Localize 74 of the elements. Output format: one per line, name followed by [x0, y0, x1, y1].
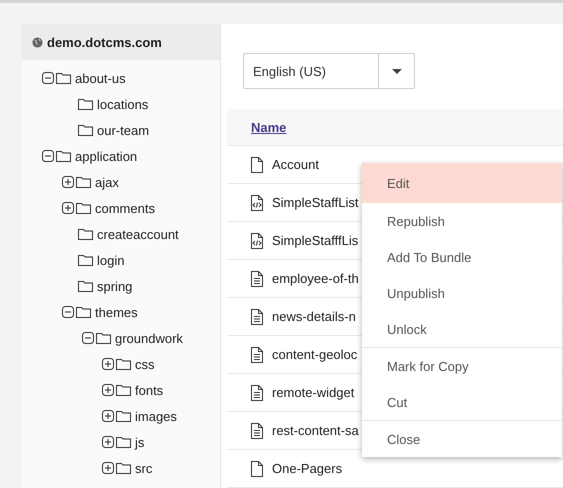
menu-item[interactable]: Close [362, 421, 562, 457]
expand-icon[interactable] [102, 462, 114, 474]
folder-label[interactable]: locations [97, 96, 148, 112]
document-icon [251, 308, 263, 324]
menu-item[interactable]: Cut [362, 384, 562, 420]
folder-icon [76, 202, 91, 214]
folder-icon [116, 410, 131, 422]
document-icon [251, 422, 263, 438]
document-icon [251, 346, 263, 362]
caret-icon [392, 68, 402, 74]
menu-item[interactable]: Mark for Copy [362, 348, 562, 384]
folder-label[interactable]: themes [95, 304, 138, 320]
menu-item[interactable]: Unpublish [362, 275, 562, 311]
document-icon [251, 384, 263, 400]
file-name[interactable]: news-details-n [272, 309, 356, 324]
globe-icon [32, 36, 43, 48]
folder-label[interactable]: our-team [97, 122, 150, 138]
folder-icon [78, 124, 93, 136]
folder-icon [76, 176, 91, 188]
expand-icon[interactable] [102, 384, 114, 396]
document-icon [251, 270, 263, 286]
folder-icon [78, 98, 93, 110]
code-file-icon [251, 194, 263, 210]
folder-icon [116, 384, 131, 396]
folder-label[interactable]: spring [97, 278, 132, 294]
folder-label[interactable]: fonts [135, 382, 164, 398]
file-name[interactable]: Account [272, 157, 319, 172]
collapse-icon[interactable] [62, 306, 74, 318]
collapse-icon[interactable] [42, 72, 54, 84]
collapse-icon[interactable] [82, 332, 94, 344]
menu-item[interactable]: Edit [362, 163, 562, 203]
folder-label[interactable]: groundwork [115, 330, 183, 346]
expand-icon[interactable] [62, 176, 74, 188]
file-name[interactable]: employee-of-th [272, 271, 359, 286]
file-name[interactable]: rest-content-sa [272, 423, 359, 438]
folder-icon [116, 358, 131, 370]
collapse-icon[interactable] [42, 150, 54, 162]
folder-label[interactable]: ajax [95, 174, 119, 190]
menu-item[interactable]: Unlock [362, 311, 562, 347]
menu-item[interactable]: Republish [362, 203, 562, 239]
file-name[interactable]: SimpleStaffList [272, 195, 358, 210]
folder-icon [78, 254, 93, 266]
folder-label[interactable]: login [97, 252, 124, 268]
site-name: demo.dotcms.com [47, 34, 162, 50]
file-name[interactable]: SimpleStafffLis [272, 233, 358, 248]
language-select[interactable]: English (US) [243, 53, 415, 89]
folder-icon [96, 332, 111, 344]
folder-label[interactable]: js [135, 434, 144, 450]
folder-label[interactable]: images [135, 408, 177, 424]
file-name[interactable]: content-geoloc [272, 347, 358, 362]
folder-icon [78, 228, 93, 240]
expand-icon[interactable] [102, 436, 114, 448]
folder-label[interactable]: css [135, 356, 154, 372]
code-file-icon [251, 232, 263, 248]
folder-label[interactable]: about-us [75, 70, 126, 86]
menu-item[interactable]: Add To Bundle [362, 239, 562, 275]
expand-icon[interactable] [62, 202, 74, 214]
file-name[interactable]: remote-widget [272, 385, 354, 400]
folder-label[interactable]: comments [95, 200, 155, 216]
folder-icon [78, 280, 93, 292]
expand-icon[interactable] [102, 358, 114, 370]
folder-label[interactable]: createaccount [97, 226, 179, 242]
file-name[interactable]: One-Pagers [272, 461, 342, 476]
file-icon [251, 460, 263, 476]
folder-icon [56, 150, 71, 162]
folder-label[interactable]: src [135, 460, 152, 476]
folder-icon [116, 462, 131, 474]
folder-icon [116, 436, 131, 448]
folder-label[interactable]: application [75, 148, 138, 164]
folder-icon [56, 72, 71, 84]
folder-icon [76, 306, 91, 318]
file-icon [251, 156, 263, 172]
column-header-link[interactable]: Name [251, 120, 286, 134]
expand-icon[interactable] [102, 410, 114, 422]
